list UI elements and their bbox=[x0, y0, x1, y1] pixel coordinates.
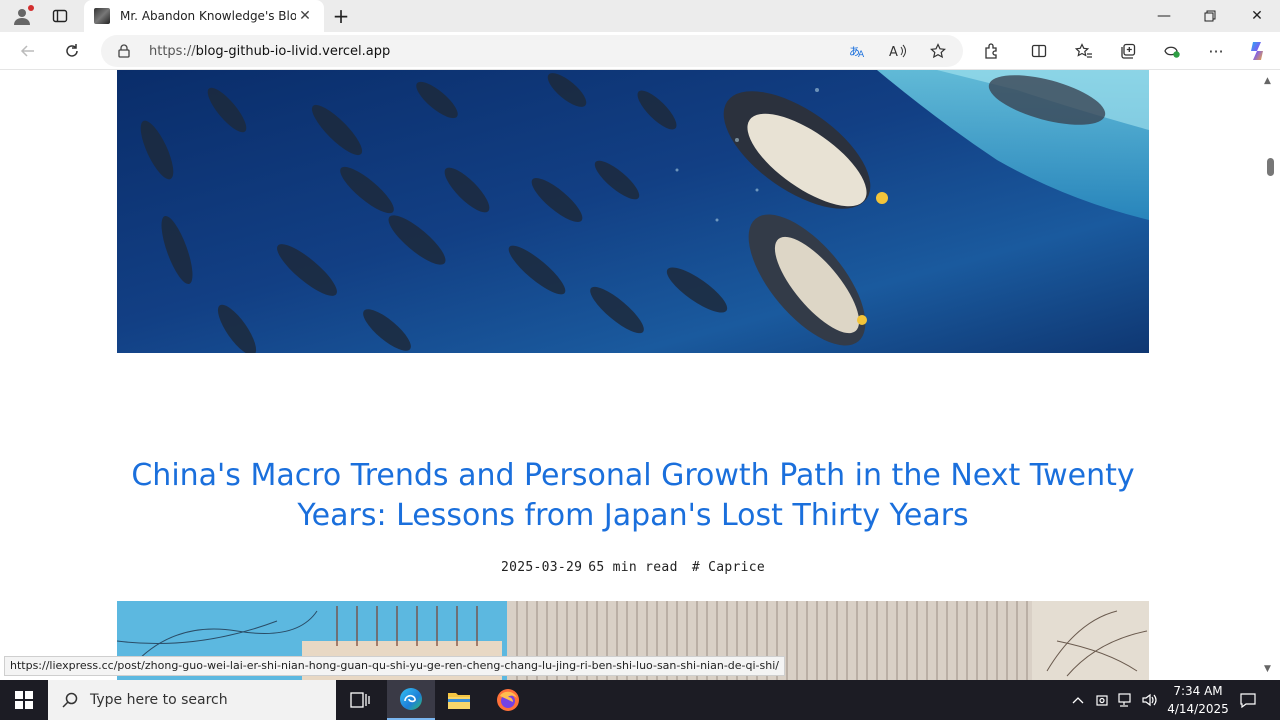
hero-image-penguins[interactable] bbox=[117, 70, 1149, 353]
minimize-icon[interactable]: — bbox=[1141, 0, 1187, 32]
notification-dot-icon bbox=[28, 5, 34, 11]
more-menu-icon[interactable]: ··· bbox=[1201, 36, 1231, 66]
tab-close-icon[interactable]: ✕ bbox=[296, 8, 314, 24]
favorite-star-icon[interactable] bbox=[926, 39, 950, 63]
scroll-down-icon[interactable]: ▼ bbox=[1264, 664, 1271, 674]
post-date: 2025-03-29 bbox=[501, 560, 583, 575]
tray-security-icon[interactable] bbox=[1092, 680, 1112, 720]
restore-icon[interactable] bbox=[1187, 0, 1233, 32]
new-tab-icon[interactable]: + bbox=[330, 0, 352, 32]
extensions-icon[interactable] bbox=[976, 36, 1006, 66]
collections-icon[interactable] bbox=[1113, 36, 1143, 66]
page-scrollbar[interactable]: ▲ ▼ bbox=[1260, 70, 1280, 680]
search-icon bbox=[62, 692, 78, 708]
file-explorer-icon[interactable] bbox=[435, 680, 483, 720]
svg-text:A: A bbox=[889, 45, 898, 59]
scrollbar-thumb[interactable] bbox=[1267, 158, 1274, 176]
post-meta: 2025-03-29 65 min read # Caprice bbox=[117, 560, 1149, 575]
web-page: China's Macro Trends and Personal Growth… bbox=[0, 70, 1260, 680]
navigation-bar: https://blog-github-io-livid.vercel.app … bbox=[0, 32, 1280, 70]
edge-taskbar-icon[interactable] bbox=[387, 680, 435, 720]
tab-active[interactable]: Mr. Abandon Knowledge's Blog ✕ bbox=[84, 0, 324, 32]
lock-icon[interactable] bbox=[117, 43, 131, 59]
url-text[interactable]: https://blog-github-io-livid.vercel.app bbox=[149, 44, 390, 59]
status-link-preview: https://liexpress.cc/post/zhong-guo-wei-… bbox=[4, 656, 785, 676]
clock-date: 4/14/2025 bbox=[1167, 702, 1229, 716]
favorites-icon[interactable] bbox=[1069, 36, 1099, 66]
taskbar: Type here to search 7:34 AM 4/14/2025 bbox=[0, 680, 1280, 720]
translate-icon[interactable]: あA bbox=[846, 39, 870, 63]
tab-actions-icon[interactable] bbox=[46, 0, 74, 32]
copilot-icon[interactable] bbox=[1243, 36, 1273, 66]
split-screen-icon[interactable] bbox=[1024, 36, 1054, 66]
search-placeholder: Type here to search bbox=[90, 692, 228, 708]
back-icon[interactable] bbox=[13, 36, 43, 66]
url-scheme: https:// bbox=[149, 43, 196, 59]
refresh-icon[interactable] bbox=[57, 36, 87, 66]
notifications-icon[interactable] bbox=[1236, 680, 1260, 720]
browser-essentials-icon[interactable] bbox=[1157, 36, 1187, 66]
title-bar: Mr. Abandon Knowledge's Blog ✕ + — ✕ bbox=[0, 0, 1280, 32]
tab-title: Mr. Abandon Knowledge's Blog bbox=[120, 9, 296, 23]
task-view-icon[interactable] bbox=[336, 680, 384, 720]
tray-chevron-icon[interactable] bbox=[1068, 680, 1088, 720]
address-bar[interactable]: https://blog-github-io-livid.vercel.app … bbox=[101, 35, 963, 67]
site-favicon-icon bbox=[94, 8, 110, 24]
taskbar-search-box[interactable]: Type here to search bbox=[48, 680, 336, 720]
post-tag[interactable]: # Caprice bbox=[692, 560, 765, 575]
firefox-icon[interactable] bbox=[484, 680, 532, 720]
windows-start-icon[interactable] bbox=[0, 680, 48, 720]
network-icon[interactable] bbox=[1116, 680, 1136, 720]
close-window-icon[interactable]: ✕ bbox=[1234, 0, 1280, 32]
post-read-time: 65 min read bbox=[588, 560, 678, 575]
svg-text:A: A bbox=[858, 50, 865, 59]
taskbar-clock[interactable]: 7:34 AM 4/14/2025 bbox=[1160, 682, 1236, 718]
scroll-up-icon[interactable]: ▲ bbox=[1264, 76, 1271, 86]
url-host: blog-github-io-livid.vercel.app bbox=[195, 43, 391, 59]
volume-icon[interactable] bbox=[1140, 680, 1160, 720]
clock-time: 7:34 AM bbox=[1173, 684, 1223, 698]
post-title-link[interactable]: China's Macro Trends and Personal Growth… bbox=[117, 456, 1149, 536]
read-aloud-icon[interactable]: A bbox=[886, 39, 910, 63]
